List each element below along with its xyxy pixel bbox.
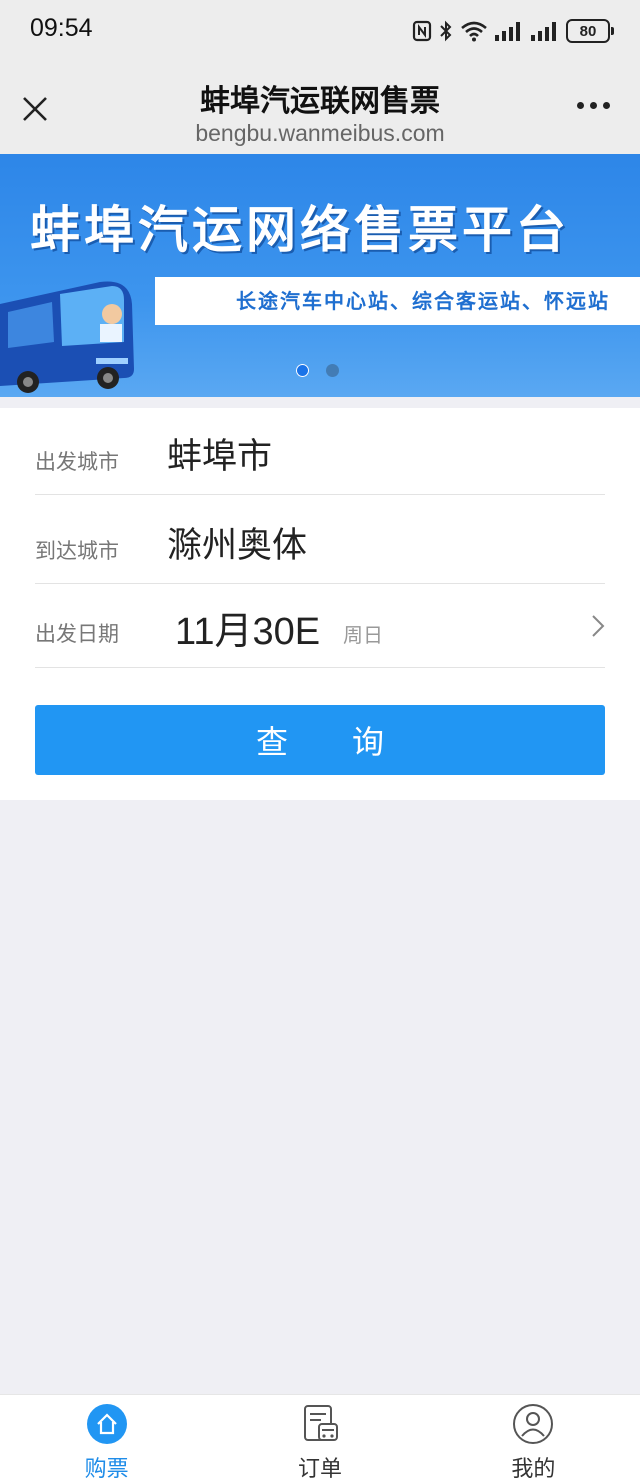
departure-date-row[interactable]: 出发日期 11月30E 周日 xyxy=(35,584,605,668)
arrival-city-label: 到达城市 xyxy=(35,539,119,563)
weekday-label: 周日 xyxy=(343,623,383,647)
signal-icon xyxy=(495,22,520,41)
battery-level: 80 xyxy=(579,22,597,40)
bottom-tab-bar: 购票 订单 我的 xyxy=(0,1394,640,1483)
title-bar: 蚌埠汽运联网售票 bengbu.wanmeibus.com xyxy=(0,62,640,154)
carousel-dot-1[interactable] xyxy=(296,364,309,377)
banner-carousel[interactable]: 蚌埠汽运网络售票平台 长途汽车中心站、综合客运站、怀远站 xyxy=(0,154,640,397)
carousel-dot-2[interactable] xyxy=(326,364,339,377)
departure-date-label: 出发日期 xyxy=(35,622,119,646)
bus-icon xyxy=(0,281,134,393)
tab-label: 购票 xyxy=(84,1457,129,1482)
page-url: bengbu.wanmeibus.com xyxy=(195,120,445,146)
nfc-icon xyxy=(412,20,432,42)
status-bar: 09:54 80 xyxy=(0,0,640,62)
chevron-right-icon[interactable] xyxy=(591,614,605,638)
bluetooth-icon xyxy=(440,20,452,42)
tab-buy-ticket[interactable]: 购票 xyxy=(0,1395,213,1483)
carousel-indicator xyxy=(296,364,339,377)
search-form: 出发城市 蚌埠市 到达城市 滁州奥体 出发日期 11月30E 周日 查 询 xyxy=(0,408,640,800)
tab-profile[interactable]: 我的 xyxy=(427,1395,640,1483)
banner-headline: 蚌埠汽运网络售票平台 xyxy=(30,201,570,259)
tab-label: 我的 xyxy=(511,1457,556,1482)
search-button-label: 查 询 xyxy=(255,723,384,761)
home-icon xyxy=(86,1404,127,1444)
battery-icon: 80 xyxy=(566,19,614,43)
departure-city-row[interactable]: 出发城市 蚌埠市 xyxy=(35,408,605,495)
search-button[interactable]: 查 询 xyxy=(35,705,605,775)
signal-icon xyxy=(531,22,556,41)
arrival-city-value[interactable]: 滁州奥体 xyxy=(167,517,307,568)
page-title: 蚌埠汽运联网售票 xyxy=(200,84,440,119)
user-icon xyxy=(513,1404,554,1444)
more-icon[interactable] xyxy=(577,102,610,109)
order-icon xyxy=(303,1405,338,1441)
departure-city-value[interactable]: 蚌埠市 xyxy=(167,428,272,479)
tab-orders[interactable]: 订单 xyxy=(213,1395,426,1483)
arrival-city-row[interactable]: 到达城市 滁州奥体 xyxy=(35,495,605,584)
tab-label: 订单 xyxy=(297,1457,342,1482)
departure-city-label: 出发城市 xyxy=(35,450,119,474)
banner-strip: 长途汽车中心站、综合客运站、怀远站 xyxy=(155,277,640,325)
departure-date-value[interactable]: 11月30E xyxy=(175,600,320,655)
status-icons: 80 xyxy=(412,16,614,46)
banner-subtitle: 长途汽车中心站、综合客运站、怀远站 xyxy=(236,289,610,313)
wifi-icon xyxy=(461,21,487,42)
status-time: 09:54 xyxy=(30,14,93,42)
